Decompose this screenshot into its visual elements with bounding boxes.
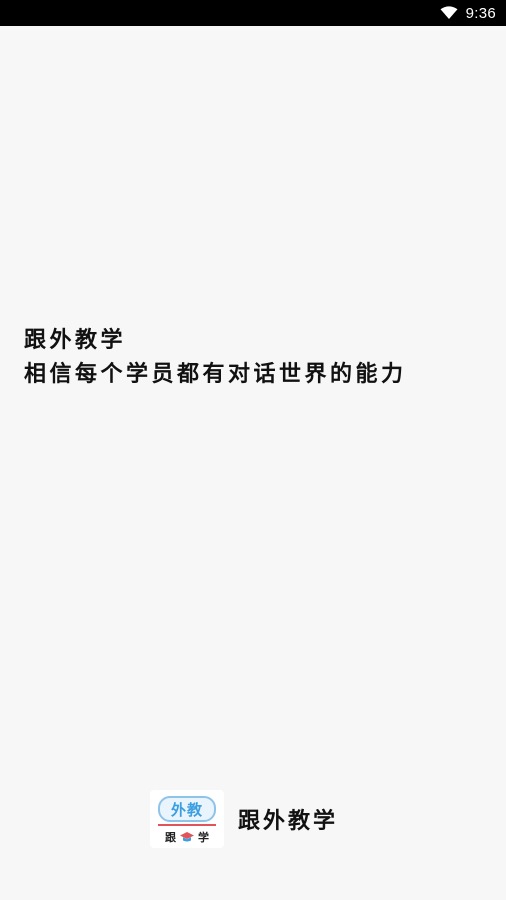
logo-top-text: 外教 — [170, 800, 203, 819]
graduation-cap-icon — [180, 832, 194, 842]
brand-name: 跟外教学 — [238, 809, 339, 834]
slogan-text: 相信每个学员都有对话世界的能力 — [24, 362, 407, 387]
logo-underline — [158, 824, 216, 826]
brand-footer: 外教 跟 学 跟外教学 — [150, 790, 338, 848]
logo-bottom-left-text: 跟 — [165, 831, 176, 844]
wifi-icon — [440, 6, 458, 19]
status-icons: 9:36 — [440, 0, 496, 26]
status-time: 9:36 — [465, 4, 496, 22]
splash-screen: 跟外教学 相信每个学员都有对话世界的能力 外教 跟 学 跟外教学 — [0, 26, 506, 900]
logo-speech-bubble: 外教 — [158, 796, 216, 822]
status-bar: 9:36 — [0, 0, 506, 26]
logo-bottom-right-text: 学 — [198, 831, 209, 844]
app-logo: 外教 跟 学 — [150, 790, 224, 848]
slogan-block: 跟外教学 相信每个学员都有对话世界的能力 — [24, 324, 494, 392]
slogan-title: 跟外教学 — [24, 328, 127, 353]
logo-bottom: 跟 学 — [150, 828, 224, 846]
